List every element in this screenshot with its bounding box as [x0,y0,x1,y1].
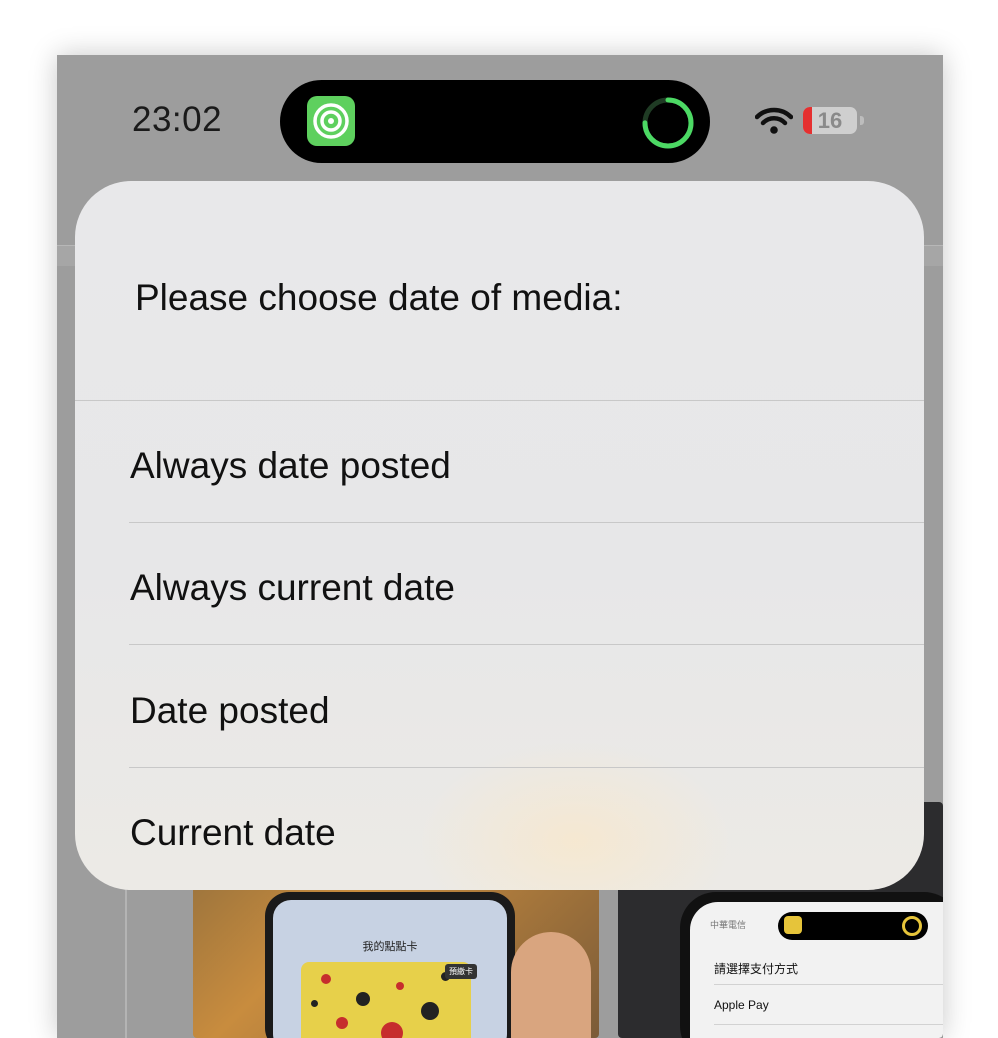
option-always-date-posted[interactable]: Always date posted [75,401,924,523]
finger-image [511,932,591,1038]
divider [129,644,924,645]
option-always-current-date[interactable]: Always current date [75,523,924,645]
thumbnail-carrier: 中華電信 [710,920,747,930]
thumbnail-tag: 預繳卡 [445,964,477,979]
option-current-date[interactable]: Current date [75,768,924,890]
thumbnail-phone: 我的點點卡 預繳卡 [265,892,515,1038]
thumbnail-dynamic-island [778,912,928,940]
progress-ring-icon [642,97,694,149]
thumbnail-card-title: 我的點點卡 [362,941,418,953]
target-icon[interactable] [307,96,355,146]
thumbnail-row: 請選擇支付方式 [714,962,799,976]
option-label: Always date posted [130,445,451,486]
option-label: Current date [130,812,336,853]
dynamic-island[interactable] [280,80,710,163]
battery-percentage: 16 [817,108,843,133]
option-date-posted[interactable]: Date posted [75,646,924,768]
option-label: Date posted [130,690,330,731]
thumbnail-row: Apple Pay [714,998,769,1012]
date-choice-action-sheet: Please choose date of media: Always date… [75,181,924,890]
status-time: 23:02 [132,100,223,139]
wifi-icon [755,107,793,134]
option-label: Always current date [130,567,455,608]
thumbnail-phone: 中華電信 請選擇支付方式 Apple Pay [680,892,943,1038]
action-sheet-title: Please choose date of media: [135,277,623,318]
